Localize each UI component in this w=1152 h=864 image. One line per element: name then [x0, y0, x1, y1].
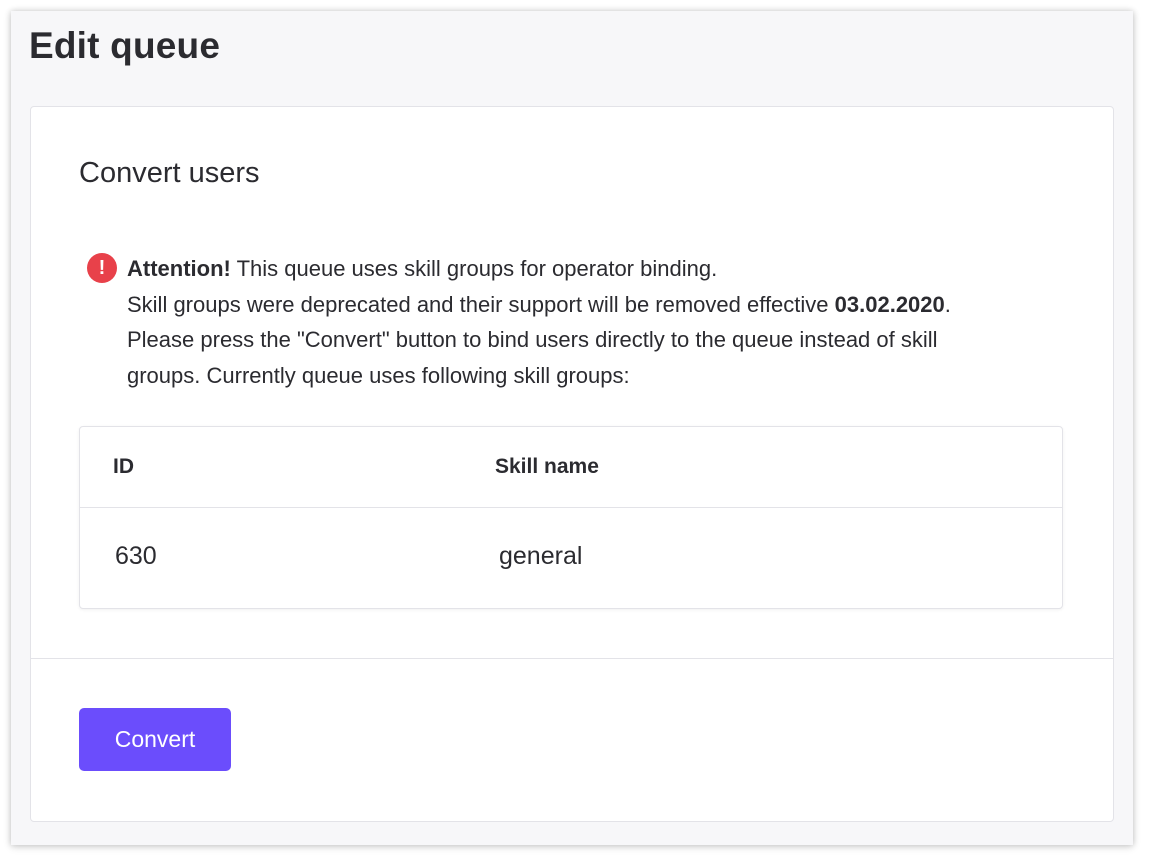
alert-line-4: groups. Currently queue uses following s…	[127, 362, 630, 388]
section-title: Convert users	[79, 157, 260, 189]
cell-skill-name: general	[499, 542, 583, 570]
alert-message: Attention! This queue uses skill groups …	[127, 251, 1047, 393]
alert-strong: Attention!	[127, 256, 231, 281]
column-header-id: ID	[113, 455, 134, 478]
deprecation-date: 03.02.2020	[834, 291, 945, 317]
alert-line-1: Attention! This queue uses skill groups …	[127, 251, 1047, 287]
exclamation-circle-icon: !	[87, 253, 117, 283]
alert-line-2: Skill groups were deprecated and their s…	[127, 287, 1047, 323]
alert-line-2-prefix: Skill groups were deprecated and their s…	[127, 291, 835, 317]
convert-button[interactable]: Convert	[79, 708, 231, 771]
column-header-skill-name: Skill name	[495, 455, 599, 478]
table-header: ID Skill name	[80, 427, 1062, 508]
alert-line-2-suffix: .	[944, 291, 951, 317]
table-row: 630 general	[80, 508, 1062, 607]
page-title: Edit queue	[29, 25, 221, 66]
convert-users-card: Convert users ! Attention! This queue us…	[30, 106, 1114, 822]
edit-queue-window: Edit queue Convert users ! Attention! Th…	[11, 11, 1133, 845]
card-footer-divider	[31, 658, 1113, 659]
cell-id: 630	[115, 542, 157, 570]
skill-groups-table: ID Skill name 630 general	[79, 426, 1063, 609]
alert-line-3: Please press the "Convert" button to bin…	[127, 327, 938, 352]
alert-line-1-text: This queue uses skill groups for operato…	[230, 256, 718, 281]
